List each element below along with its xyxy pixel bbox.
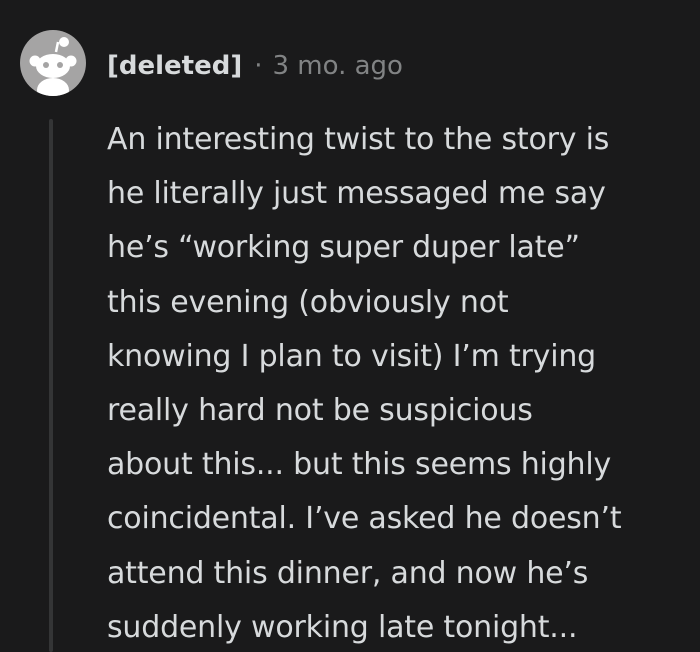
avatar[interactable] [20,30,86,96]
comment-body: An interesting twist to the story is he … [107,113,687,652]
comment-body-line: coincidental. I’ve asked he doesn’t [107,501,622,537]
comment-body-line: suddenly working late tonight... [107,609,578,645]
comment-body-line: attend this dinner, and now he’s [107,555,589,591]
snoo-icon [29,37,77,96]
comment-age[interactable]: 3 mo. ago [273,51,403,81]
comment-body-line: about this... but this seems highly [107,447,612,483]
comment-body-line: knowing I plan to visit) I’m trying [107,338,596,374]
comment-body-line: he’s “working super duper late” [107,230,580,266]
comment-body-line: An interesting twist to the story is [107,122,610,157]
meta-separator: · [254,51,263,81]
author-name[interactable]: [deleted] [107,51,242,81]
comment-body-line: this evening (obviously not [107,284,509,320]
thread-line[interactable] [49,119,53,652]
comment: [deleted] · 3 mo. ago An interesting twi… [0,0,700,652]
comment-meta: [deleted] · 3 mo. ago [107,48,403,84]
comment-body-line: really hard not be suspicious [107,392,533,428]
comment-body-line: he literally just messaged me say [107,176,606,212]
